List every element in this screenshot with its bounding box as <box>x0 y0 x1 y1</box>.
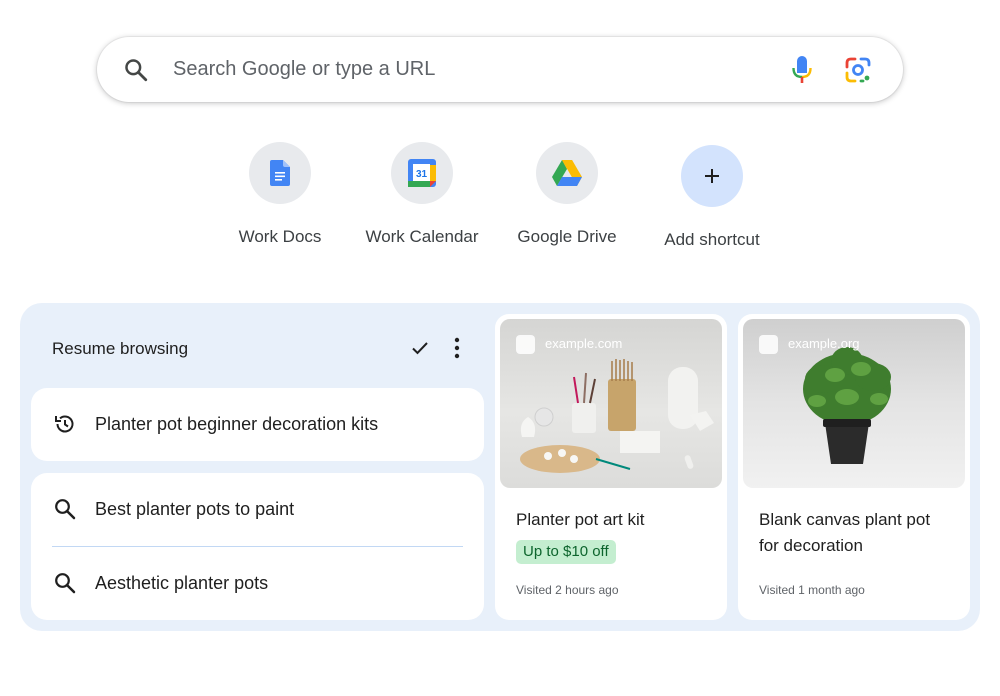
visited-time: Visited 1 month ago <box>759 583 865 597</box>
shortcut-tile: 31 <box>391 142 453 204</box>
list-item[interactable]: Planter pot beginner decoration kits <box>31 388 484 460</box>
search-box[interactable]: Search Google or type a URL <box>97 37 903 102</box>
google-lens-icon[interactable] <box>843 55 873 85</box>
shortcut-tile <box>249 142 311 204</box>
suggestions-card: Best planter pots to paint Aesthetic pla… <box>31 473 484 620</box>
history-item-card[interactable]: Planter pot beginner decoration kits <box>31 388 484 461</box>
add-shortcut-tile <box>681 145 743 207</box>
tab-thumbnail: example.com <box>500 319 722 488</box>
resume-browsing-panel: Resume browsing Planter pot beginner dec… <box>20 303 980 631</box>
suggestion-text: Best planter pots to paint <box>95 498 295 519</box>
list-item[interactable]: Best planter pots to paint <box>31 473 484 545</box>
more-vert-icon[interactable] <box>450 337 464 359</box>
shortcut-label: Google Drive <box>517 227 617 246</box>
shortcut-add[interactable]: Add shortcut <box>642 145 782 250</box>
tab-thumbnail: example.org <box>743 319 965 488</box>
search-input[interactable]: Search Google or type a URL <box>173 37 435 102</box>
tab-title-line-1: Blank canvas plant pot <box>759 510 931 529</box>
search-icon <box>125 59 148 82</box>
shortcut-label: Add shortcut <box>664 230 760 249</box>
history-item-text: Planter pot beginner decoration kits <box>95 413 379 434</box>
suggestion-text: Aesthetic planter pots <box>95 572 269 593</box>
docs-icon <box>270 160 290 186</box>
list-item[interactable]: Aesthetic planter pots <box>31 547 484 619</box>
plus-icon <box>705 169 719 183</box>
new-tab-page: Search Google or type a URL Work Docs 31… <box>0 0 1000 696</box>
discount-badge: Up to $10 off <box>516 540 616 564</box>
favicon <box>516 335 535 354</box>
favicon <box>759 335 778 354</box>
tab-title-line-2: for decoration <box>759 536 863 555</box>
panel-title: Resume browsing <box>52 339 189 358</box>
shortcut-label: Work Calendar <box>365 227 479 246</box>
check-icon[interactable] <box>411 339 429 357</box>
microphone-icon[interactable] <box>789 54 815 86</box>
search-icon <box>55 573 76 594</box>
tab-title: Planter pot art kit <box>516 510 645 529</box>
shortcut-work-docs[interactable]: Work Docs <box>210 142 350 247</box>
calendar-day: 31 <box>416 169 428 180</box>
tab-domain: example.com <box>545 336 623 351</box>
shortcut-tile <box>536 142 598 204</box>
shortcut-label: Work Docs <box>238 227 322 246</box>
search-icon <box>55 499 76 520</box>
history-icon <box>55 415 74 433</box>
calendar-icon: 31 <box>408 159 436 187</box>
shortcut-google-drive[interactable]: Google Drive <box>497 142 637 247</box>
visited-time: Visited 2 hours ago <box>516 583 619 597</box>
tab-card-plant-pot[interactable]: example.org Blank canvas plant pot for d… <box>738 314 970 620</box>
tab-domain: example.org <box>788 336 860 351</box>
shortcut-work-calendar[interactable]: 31 Work Calendar <box>352 142 492 247</box>
tab-card-art-kit[interactable]: example.com Planter pot art kit Up to $1… <box>495 314 727 620</box>
drive-icon <box>552 160 582 186</box>
